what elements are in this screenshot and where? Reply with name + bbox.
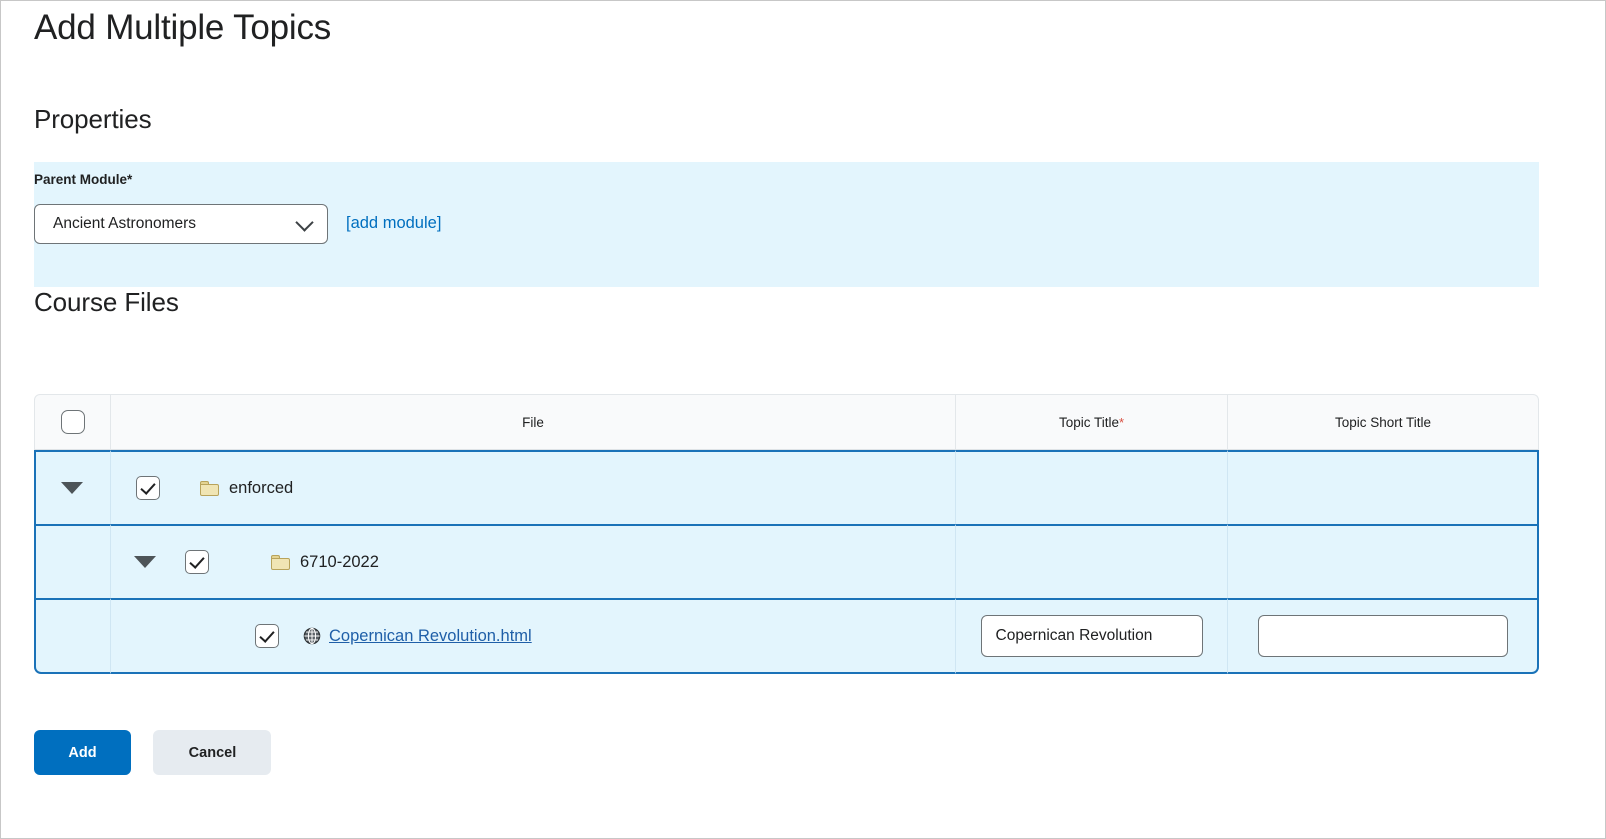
caret-down-icon[interactable] (61, 482, 83, 494)
topic-title-required-marker: * (1118, 414, 1125, 430)
topic-title-input[interactable] (980, 615, 1203, 657)
row-topic-short-title-cell (1228, 450, 1539, 524)
row-expand-cell (34, 524, 156, 598)
page-title: Add Multiple Topics (34, 8, 332, 47)
row-topic-short-title-cell (1228, 524, 1539, 598)
row-file-name: 6710-2022 (300, 552, 379, 571)
row-topic-title-cell (956, 524, 1228, 598)
action-buttons: Add Cancel (34, 730, 272, 775)
chevron-down-icon (295, 213, 314, 232)
parent-module-label: Parent Module* (34, 172, 132, 187)
folder-icon (200, 480, 219, 496)
header-file[interactable]: File (111, 394, 956, 450)
row-topic-title-cell (956, 598, 1228, 674)
header-topic-title-text: Topic Title (1058, 414, 1119, 430)
parent-module-select[interactable]: Ancient Astronomers (34, 204, 328, 244)
select-all-checkbox[interactable] (60, 410, 85, 434)
row-file-name: enforced (229, 478, 294, 497)
row-topic-title-cell (956, 450, 1228, 524)
add-module-link[interactable]: [add module] (346, 204, 441, 242)
course-files-section-heading: Course Files (34, 287, 179, 317)
add-button[interactable]: Add (34, 730, 131, 775)
row-checkbox[interactable] (136, 476, 160, 500)
parent-module-required-marker: * (127, 172, 133, 187)
row-file-link[interactable]: Copernican Revolution.html (329, 627, 532, 646)
parent-module-selected-value: Ancient Astronomers (53, 215, 197, 232)
properties-panel: Parent Module* Ancient Astronomers [add … (34, 162, 1539, 287)
row-expand-cell (34, 598, 111, 674)
topic-short-title-input[interactable] (1257, 615, 1508, 657)
row-file-cell: Copernican Revolution.html (111, 598, 956, 674)
row-checkbox[interactable] (185, 550, 209, 574)
table-row: 6710-2022 (34, 524, 1539, 598)
row-expand-cell (34, 450, 111, 524)
properties-section-heading: Properties (34, 104, 152, 134)
course-files-table: File Topic Title* Topic Short Title enfo… (34, 394, 1539, 674)
row-file-cell: 6710-2022 (111, 524, 956, 598)
row-topic-short-title-cell (1228, 598, 1539, 674)
globe-icon (303, 627, 321, 645)
folder-icon (271, 554, 290, 570)
header-topic-short-title[interactable]: Topic Short Title (1228, 394, 1539, 450)
parent-module-label-text: Parent Module (34, 172, 128, 187)
add-multiple-topics-page: Add Multiple Topics Properties Parent Mo… (0, 0, 1606, 839)
row-checkbox[interactable] (255, 624, 279, 648)
table-row: Copernican Revolution.html (34, 598, 1539, 674)
header-topic-title[interactable]: Topic Title* (956, 394, 1228, 450)
header-select-all-cell (34, 394, 111, 450)
row-file-cell: enforced (111, 450, 956, 524)
table-header-row: File Topic Title* Topic Short Title (34, 394, 1539, 450)
cancel-button[interactable]: Cancel (153, 730, 272, 775)
table-row: enforced (34, 450, 1539, 524)
